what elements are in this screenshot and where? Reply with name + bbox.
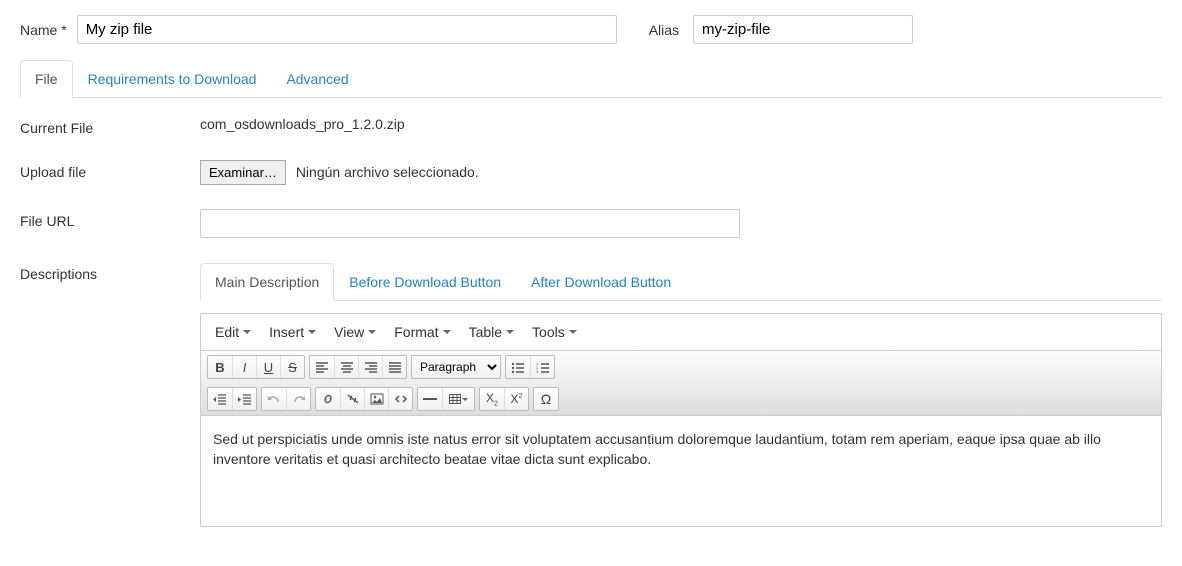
tab-advanced[interactable]: Advanced: [271, 60, 363, 98]
menu-view[interactable]: View: [326, 318, 384, 346]
underline-icon: U: [264, 360, 273, 375]
descriptions-label: Descriptions: [20, 262, 200, 282]
bold-icon: B: [215, 360, 224, 375]
menu-table[interactable]: Table: [461, 318, 522, 346]
menu-table-label: Table: [469, 324, 502, 340]
undo-icon: [267, 393, 281, 405]
strikethrough-button[interactable]: S: [280, 356, 304, 378]
outdent-icon: [213, 393, 227, 405]
editor-toolbar: B I U S Paragraph 123: [201, 350, 1161, 416]
tab-requirements[interactable]: Requirements to Download: [73, 60, 272, 98]
italic-button[interactable]: I: [232, 356, 256, 378]
hr-button[interactable]: [418, 388, 442, 410]
align-center-icon: [340, 361, 354, 373]
code-icon: [394, 393, 408, 405]
alias-label: Alias: [649, 22, 679, 38]
svg-text:3: 3: [536, 369, 539, 373]
paragraph-format-select[interactable]: Paragraph: [411, 355, 501, 379]
name-input[interactable]: [77, 15, 617, 44]
menu-edit[interactable]: Edit: [207, 318, 259, 346]
browse-button[interactable]: Examinar…: [200, 160, 286, 185]
description-tabs: Main Description Before Download Button …: [200, 262, 1162, 301]
name-label: Name *: [20, 22, 67, 38]
no-file-selected: Ningún archivo seleccionado.: [296, 164, 479, 180]
indent-button[interactable]: [232, 388, 256, 410]
superscript-button[interactable]: X2: [504, 388, 528, 410]
menu-insert-label: Insert: [269, 324, 304, 340]
chevron-down-icon: [506, 330, 514, 334]
image-icon: [370, 393, 384, 405]
bullet-list-icon: [511, 361, 525, 373]
menu-format-label: Format: [394, 324, 438, 340]
horizontal-rule-icon: [423, 398, 437, 400]
desc-tab-after[interactable]: After Download Button: [516, 263, 686, 301]
link-button[interactable]: [316, 388, 340, 410]
tab-file[interactable]: File: [20, 60, 73, 98]
align-justify-icon: [388, 361, 402, 373]
align-right-button[interactable]: [358, 356, 382, 378]
link-icon: [321, 393, 335, 405]
align-left-button[interactable]: [310, 356, 334, 378]
main-tabs: File Requirements to Download Advanced: [20, 59, 1162, 98]
number-list-icon: 123: [536, 361, 550, 373]
align-left-icon: [315, 361, 329, 373]
menu-tools[interactable]: Tools: [524, 318, 585, 346]
subscript-icon: X2: [486, 391, 498, 407]
file-url-input[interactable]: [200, 209, 740, 238]
unlink-icon: [346, 393, 360, 405]
table-button[interactable]: [442, 388, 474, 410]
subscript-button[interactable]: X2: [480, 388, 504, 410]
table-icon: [449, 394, 461, 404]
align-right-icon: [364, 361, 378, 373]
align-justify-button[interactable]: [382, 356, 406, 378]
redo-icon: [292, 393, 306, 405]
chevron-down-icon: [243, 330, 251, 334]
bold-button[interactable]: B: [208, 356, 232, 378]
undo-button[interactable]: [262, 388, 286, 410]
redo-button[interactable]: [286, 388, 310, 410]
editor-menubar: Edit Insert View Format Table Tools: [201, 314, 1161, 350]
strikethrough-icon: S: [288, 360, 297, 375]
underline-button[interactable]: U: [256, 356, 280, 378]
superscript-icon: X2: [511, 392, 523, 406]
current-file-label: Current File: [20, 116, 200, 136]
menu-tools-label: Tools: [532, 324, 565, 340]
align-center-button[interactable]: [334, 356, 358, 378]
chevron-down-icon: [443, 330, 451, 334]
menu-view-label: View: [334, 324, 364, 340]
file-url-label: File URL: [20, 209, 200, 229]
chevron-down-icon: [308, 330, 316, 334]
menu-edit-label: Edit: [215, 324, 239, 340]
unlink-button[interactable]: [340, 388, 364, 410]
image-button[interactable]: [364, 388, 388, 410]
special-char-button[interactable]: Ω: [534, 388, 558, 410]
outdent-button[interactable]: [208, 388, 232, 410]
editor-content-area[interactable]: Sed ut perspiciatis unde omnis iste natu…: [201, 416, 1161, 526]
chevron-down-icon: [368, 330, 376, 334]
indent-icon: [238, 393, 252, 405]
upload-file-label: Upload file: [20, 160, 200, 180]
rich-text-editor: Edit Insert View Format Table Tools B I …: [200, 313, 1162, 527]
italic-icon: I: [243, 360, 247, 375]
current-file-value: com_osdownloads_pro_1.2.0.zip: [200, 116, 1162, 132]
desc-tab-main[interactable]: Main Description: [200, 263, 334, 301]
code-button[interactable]: [388, 388, 412, 410]
menu-format[interactable]: Format: [386, 318, 458, 346]
bullet-list-button[interactable]: [506, 356, 530, 378]
menu-insert[interactable]: Insert: [261, 318, 324, 346]
desc-tab-before[interactable]: Before Download Button: [334, 263, 516, 301]
alias-input[interactable]: [693, 15, 913, 44]
chevron-down-icon: [462, 398, 468, 401]
omega-icon: Ω: [541, 391, 551, 407]
chevron-down-icon: [569, 330, 577, 334]
number-list-button[interactable]: 123: [530, 356, 554, 378]
